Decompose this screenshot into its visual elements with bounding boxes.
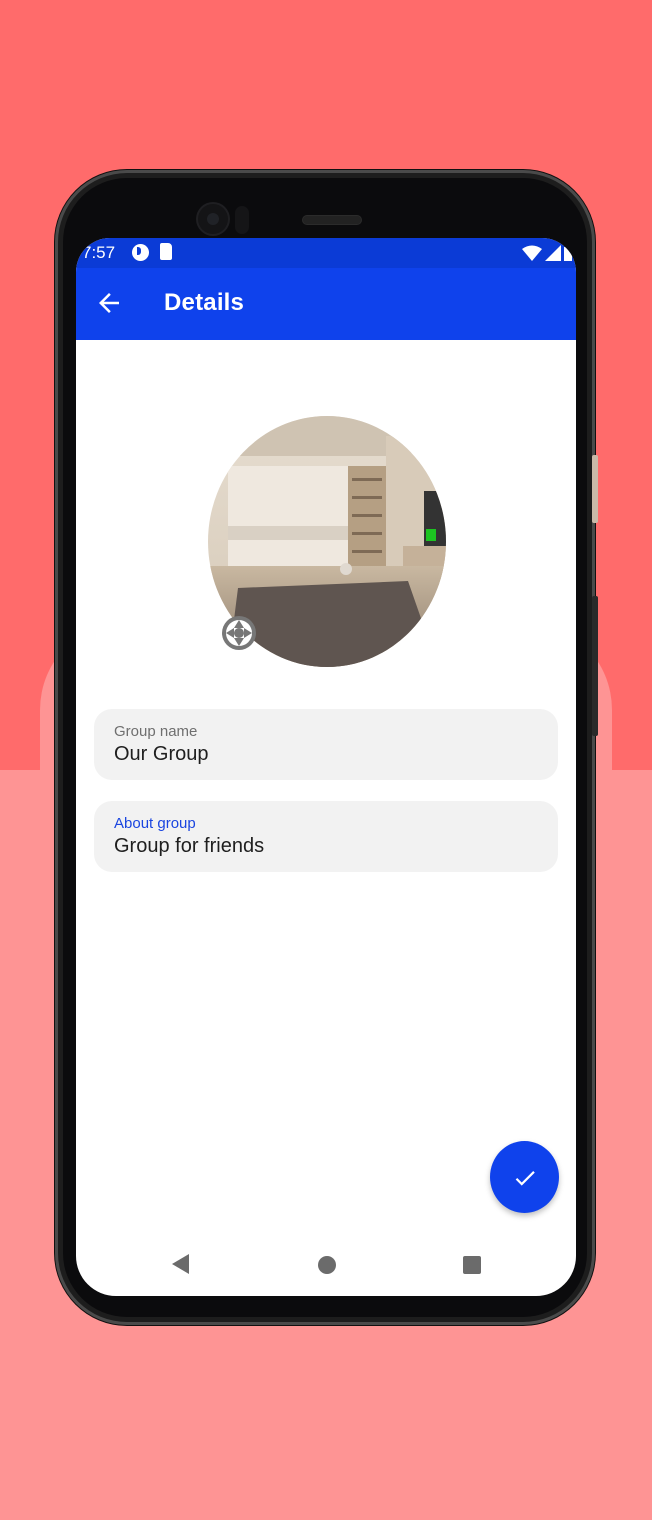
- group-name-input[interactable]: Our Group: [114, 743, 208, 766]
- pocket-casts-icon: [132, 244, 149, 261]
- about-group-field[interactable]: About group Group for friends: [94, 801, 558, 872]
- back-button[interactable]: [94, 288, 124, 318]
- status-right-icons: [522, 242, 572, 264]
- cell-signal-icon: [545, 245, 561, 261]
- proximity-sensor: [235, 206, 249, 234]
- app-bar: Details: [76, 268, 576, 340]
- confirm-button[interactable]: [490, 1141, 559, 1213]
- front-camera: [198, 204, 228, 234]
- check-icon: [515, 1171, 535, 1186]
- group-name-field[interactable]: Group name Our Group: [94, 709, 558, 780]
- camera-shutter-icon: [226, 620, 252, 646]
- volume-button: [592, 596, 598, 736]
- group-name-label: Group name: [114, 723, 198, 740]
- nav-home-icon[interactable]: [318, 1256, 336, 1274]
- page-title: Details: [164, 289, 245, 316]
- earpiece-speaker: [303, 216, 361, 224]
- wifi-icon: [522, 245, 542, 261]
- status-time: 7:57: [82, 243, 116, 262]
- sd-card-icon: [160, 243, 172, 260]
- nav-recents-icon[interactable]: [463, 1256, 481, 1274]
- about-group-label: About group: [114, 815, 196, 832]
- about-group-input[interactable]: Group for friends: [114, 835, 264, 858]
- status-bar: 7:57: [76, 238, 576, 268]
- app-screen: 7:57 Details Group name Our Group About …: [76, 238, 576, 1296]
- arrow-back-icon: [99, 293, 119, 313]
- system-nav-bar: [76, 1238, 576, 1290]
- nav-back-icon[interactable]: [172, 1254, 189, 1274]
- power-button: [592, 455, 598, 523]
- change-photo-button[interactable]: [222, 616, 256, 650]
- battery-icon: [564, 247, 572, 261]
